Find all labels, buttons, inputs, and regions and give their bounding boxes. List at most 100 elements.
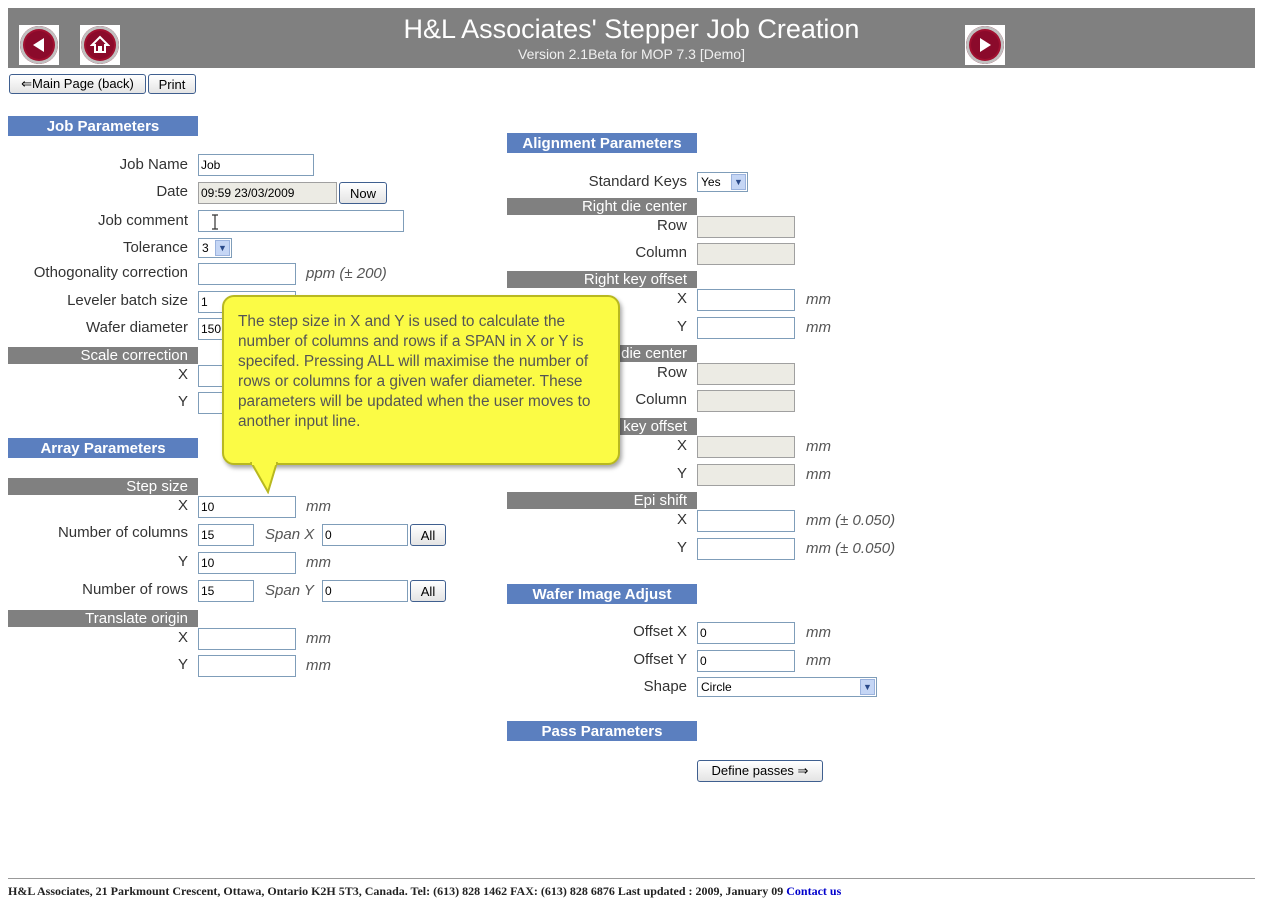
forward-button[interactable]	[965, 25, 1005, 65]
wafer-image-adjust-header: Wafer Image Adjust	[507, 584, 697, 604]
translate-x-input[interactable]	[198, 628, 296, 650]
chevron-down-icon: ▼	[731, 174, 746, 190]
alignment-parameters-header: Alignment Parameters	[507, 133, 697, 153]
epi-y-unit: mm (± 0.050)	[806, 540, 896, 557]
page-subtitle: Version 2.1Beta for MOP 7.3 [Demo]	[518, 46, 745, 62]
job-name-input[interactable]: Job	[198, 154, 314, 176]
right-die-center-header: Right die center	[507, 198, 697, 215]
leveler-batch-label: Leveler batch size	[67, 292, 188, 309]
span-x-input[interactable]: 0	[322, 524, 408, 546]
text-cursor-icon	[209, 214, 221, 230]
left-key-x-input[interactable]	[697, 436, 795, 458]
array-parameters-header: Array Parameters	[8, 438, 198, 458]
left-key-y-unit: mm	[806, 466, 831, 483]
right-key-y-unit: mm	[806, 319, 831, 336]
right-key-offset-header: Right key offset	[507, 271, 697, 288]
step-x-unit: mm	[306, 498, 331, 515]
step-y-unit: mm	[306, 554, 331, 571]
right-key-x-unit: mm	[806, 291, 831, 308]
orthogonality-input[interactable]	[198, 263, 296, 285]
orthogonality-label: Othogonality correction	[33, 264, 188, 281]
translate-x-unit: mm	[306, 630, 331, 647]
chevron-down-icon: ▼	[860, 679, 875, 695]
translate-x-label: X	[177, 629, 188, 646]
offset-y-input[interactable]: 0	[697, 650, 795, 672]
callout-tail	[249, 462, 279, 494]
footer-text: H&L Associates, 21 Parkmount Crescent, O…	[8, 884, 787, 898]
left-key-y-input[interactable]	[697, 464, 795, 486]
date-label: Date	[156, 183, 188, 200]
right-arrow-icon	[966, 26, 1004, 64]
tolerance-value: 3	[202, 241, 209, 255]
right-key-x-input[interactable]	[697, 289, 795, 311]
step-x-input[interactable]: 10	[198, 496, 296, 518]
epi-x-input[interactable]	[697, 510, 795, 532]
define-passes-button[interactable]: Define passes ⇒	[697, 760, 823, 782]
standard-keys-value: Yes	[701, 175, 721, 189]
tolerance-label: Tolerance	[122, 239, 188, 256]
all-rows-button[interactable]: All	[410, 580, 446, 602]
scale-correction-header: Scale correction	[8, 347, 198, 364]
print-button[interactable]: Print	[148, 74, 196, 94]
job-comment-label: Job comment	[97, 212, 188, 229]
offset-x-unit: mm	[806, 624, 831, 641]
offset-x-input[interactable]: 0	[697, 622, 795, 644]
columns-input[interactable]: 15	[198, 524, 254, 546]
right-die-row-label: Row	[656, 217, 687, 234]
step-y-label: Y	[177, 553, 188, 570]
main-page-button[interactable]: ⇐Main Page (back)	[9, 74, 146, 94]
columns-label: Number of columns	[57, 524, 188, 541]
shape-label: Shape	[643, 678, 687, 695]
rows-label: Number of rows	[82, 581, 188, 598]
pass-parameters-header: Pass Parameters	[507, 721, 697, 741]
contact-link[interactable]: Contact us	[786, 884, 841, 898]
job-comment-input[interactable]	[198, 210, 404, 232]
footer-divider	[8, 878, 1255, 879]
wafer-diameter-label: Wafer diameter	[86, 319, 188, 336]
offset-y-unit: mm	[806, 652, 831, 669]
step-y-input[interactable]: 10	[198, 552, 296, 574]
step-x-label: X	[177, 497, 188, 514]
epi-y-input[interactable]	[697, 538, 795, 560]
footer: H&L Associates, 21 Parkmount Crescent, O…	[8, 884, 841, 899]
translate-origin-header: Translate origin	[8, 610, 198, 627]
standard-keys-label: Standard Keys	[588, 173, 687, 190]
scale-x-label: X	[177, 366, 188, 383]
now-button[interactable]: Now	[339, 182, 387, 204]
epi-y-label: Y	[676, 539, 687, 556]
tolerance-select[interactable]: 3 ▼	[198, 238, 232, 258]
left-die-column-input[interactable]	[697, 390, 795, 412]
span-y-label: Span Y	[265, 582, 314, 599]
right-die-row-input[interactable]	[697, 216, 795, 238]
left-die-row-input[interactable]	[697, 363, 795, 385]
job-name-label: Job Name	[119, 156, 188, 173]
translate-y-label: Y	[177, 656, 188, 673]
left-key-x-unit: mm	[806, 438, 831, 455]
right-key-y-input[interactable]	[697, 317, 795, 339]
offset-y-label: Offset Y	[633, 651, 687, 668]
span-y-input[interactable]: 0	[322, 580, 408, 602]
shape-value: Circle	[701, 680, 732, 694]
translate-y-unit: mm	[306, 657, 331, 674]
standard-keys-select[interactable]: Yes ▼	[697, 172, 748, 192]
scale-y-label: Y	[177, 393, 188, 410]
step-size-header: Step size	[8, 478, 198, 495]
right-die-column-input[interactable]	[697, 243, 795, 265]
page-title: H&L Associates' Stepper Job Creation	[403, 14, 860, 44]
date-input[interactable]: 09:59 23/03/2009	[198, 182, 337, 204]
job-parameters-header: Job Parameters	[8, 116, 198, 136]
rows-input[interactable]: 15	[198, 580, 254, 602]
chevron-down-icon: ▼	[215, 240, 230, 256]
offset-x-label: Offset X	[633, 623, 687, 640]
epi-x-unit: mm (± 0.050)	[806, 512, 896, 529]
help-callout: The step size in X and Y is used to calc…	[222, 295, 620, 465]
span-x-label: Span X	[265, 526, 315, 543]
orthogonality-unit: ppm (± 200)	[306, 265, 387, 282]
left-key-y-label: Y	[676, 465, 687, 482]
epi-x-label: X	[676, 511, 687, 528]
shape-select[interactable]: Circle ▼	[697, 677, 877, 697]
all-columns-button[interactable]: All	[410, 524, 446, 546]
epi-shift-header: Epi shift	[507, 492, 697, 509]
right-die-column-label: Column	[635, 244, 687, 261]
translate-y-input[interactable]	[198, 655, 296, 677]
